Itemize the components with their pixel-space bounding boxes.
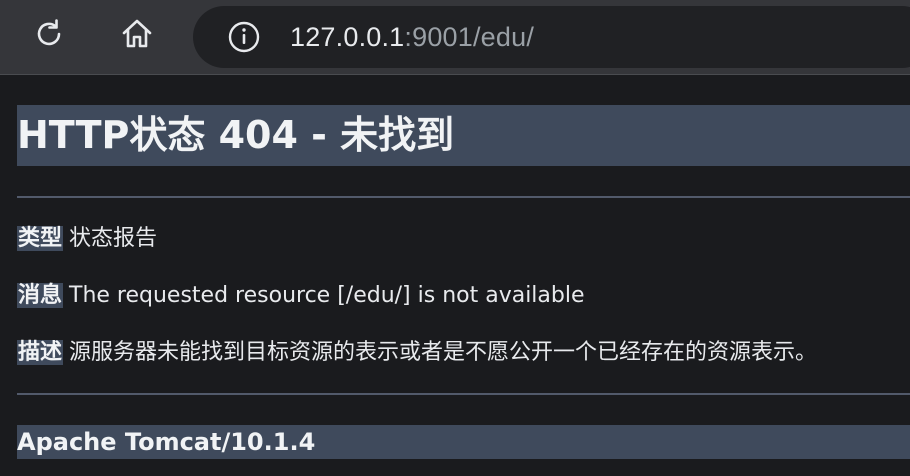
type-row: 类型 状态报告 [17,224,157,254]
type-label: 类型 [17,226,64,251]
url-host: 127.0.0.1 [290,21,405,52]
message-row: 消息 The requested resource [/edu/] is not … [17,281,585,311]
address-bar[interactable]: 127.0.0.1:9001/edu/ [193,6,910,68]
reload-button[interactable] [27,14,71,58]
info-icon[interactable] [227,20,261,54]
browser-toolbar: 127.0.0.1:9001/edu/ [0,0,910,75]
divider-top [17,196,910,198]
server-info: Apache Tomcat/10.1.4 [17,425,910,459]
description-row: 描述 源服务器未能找到目标资源的表示或者是不愿公开一个已经存在的资源表示。 [17,338,817,368]
description-label: 描述 [17,340,64,365]
error-page: HTTP状态 404 - 未找到 类型 状态报告 消息 The requested … [0,75,910,476]
reload-icon [31,16,67,56]
url-text[interactable]: 127.0.0.1:9001/edu/ [290,22,534,53]
page-title: HTTP状态 404 - 未找到 [17,105,910,166]
url-path: :9001/edu/ [404,21,535,52]
home-button[interactable] [115,14,159,58]
description-value: 源服务器未能找到目标资源的表示或者是不愿公开一个已经存在的资源表示。 [69,340,818,365]
message-label: 消息 [17,283,64,308]
divider-bottom [17,393,910,395]
type-value: 状态报告 [69,226,158,251]
home-icon [119,16,155,56]
message-value: The requested resource [/edu/] is not av… [69,283,585,308]
